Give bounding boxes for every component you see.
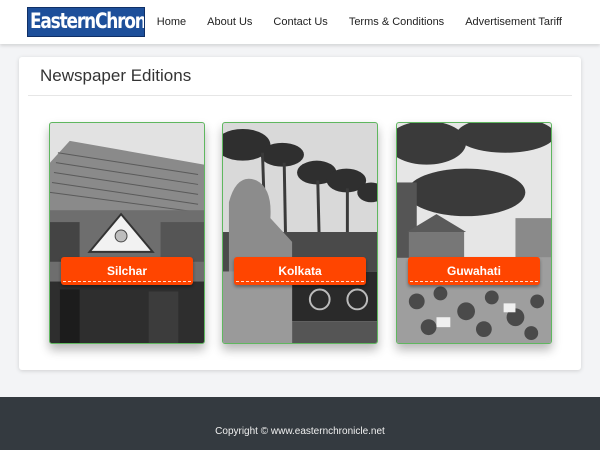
edition-card-kolkata[interactable]: Kolkata — [222, 122, 378, 344]
editions-panel: Newspaper Editions Silchar Kolkata Guwah… — [19, 57, 581, 370]
site-header: EasternChronicle Home About Us Contact U… — [0, 0, 600, 44]
nav-about-us[interactable]: About Us — [207, 16, 252, 28]
edition-card-silchar[interactable]: Silchar — [49, 122, 205, 344]
edition-card-guwahati[interactable]: Guwahati — [396, 122, 552, 344]
title-divider — [28, 95, 572, 96]
nav-contact-us[interactable]: Contact Us — [273, 16, 327, 28]
edition-button-silchar[interactable]: Silchar — [61, 257, 193, 285]
edition-button-kolkata[interactable]: Kolkata — [234, 257, 366, 285]
site-logo[interactable]: EasternChronicle — [27, 7, 145, 37]
kolkata-photo — [223, 123, 377, 343]
nav-home[interactable]: Home — [157, 16, 186, 28]
nav-advertisement-tariff[interactable]: Advertisement Tariff — [465, 16, 562, 28]
guwahati-photo — [397, 123, 551, 343]
edition-button-guwahati[interactable]: Guwahati — [408, 257, 540, 285]
nav-terms[interactable]: Terms & Conditions — [349, 16, 444, 28]
logo-text: EasternChronicle — [30, 8, 145, 34]
silchar-photo — [50, 123, 204, 343]
copyright-text: Copyright © www.easternchronicle.net — [215, 426, 385, 437]
page-title: Newspaper Editions — [40, 66, 192, 85]
site-footer: Copyright © www.easternchronicle.net — [0, 397, 600, 450]
main-nav: Home About Us Contact Us Terms & Conditi… — [157, 0, 562, 44]
